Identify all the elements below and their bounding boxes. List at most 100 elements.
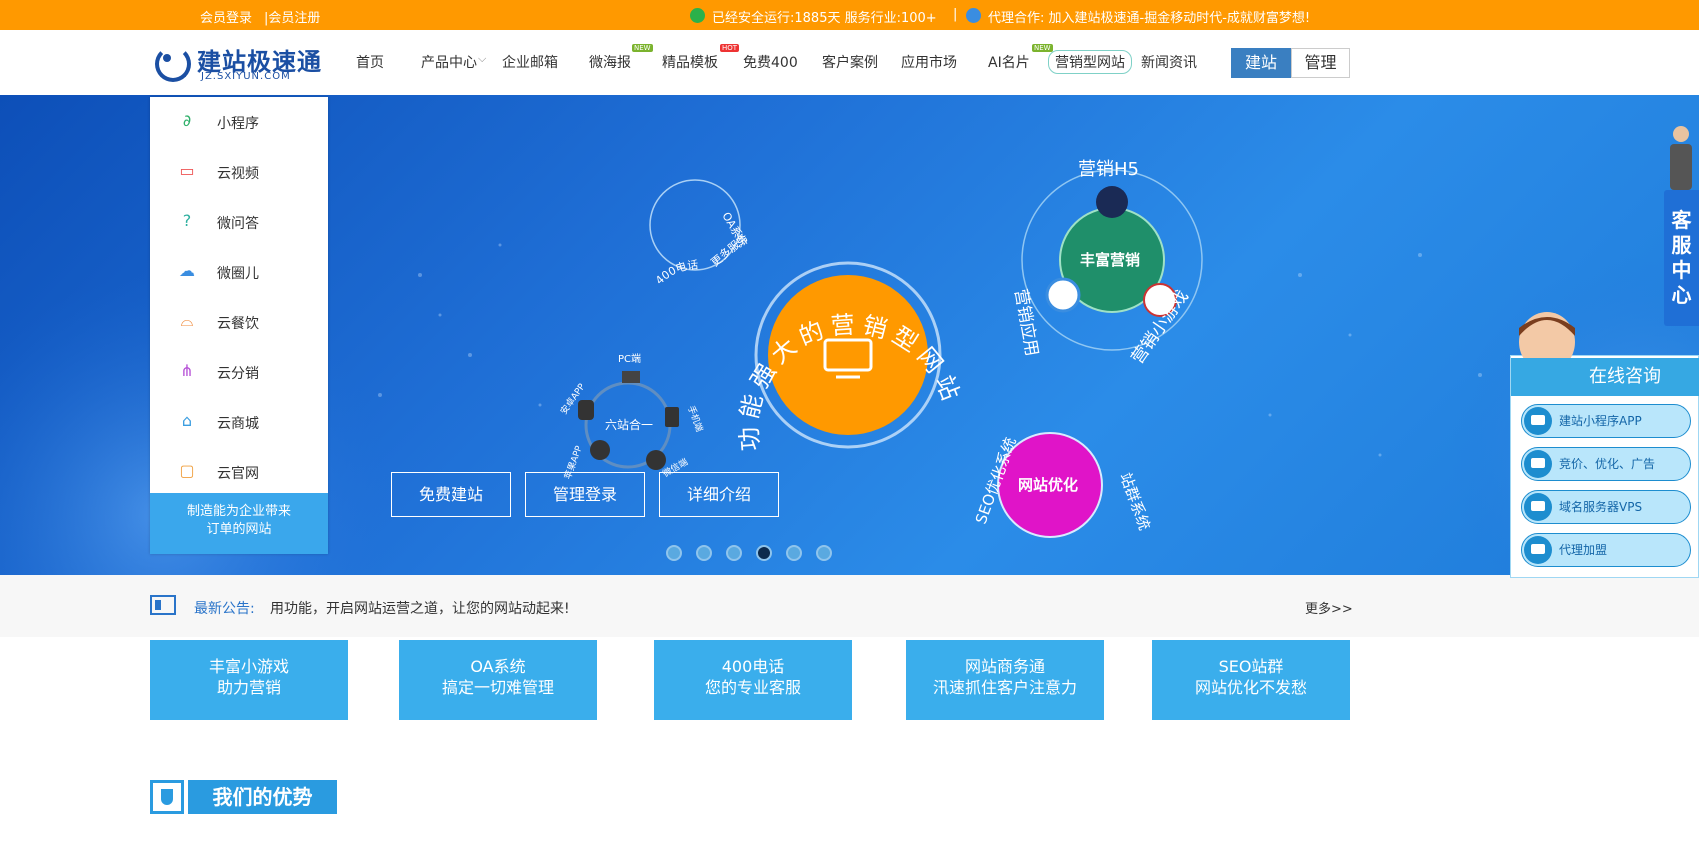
menu-item-mini-program[interactable]: ∂ 小程序 [150, 97, 328, 147]
network-nodes-icon: ⋔ [180, 361, 194, 380]
feature-card-games[interactable]: 丰富小游戏 助力营销 [150, 640, 348, 720]
announcement-text[interactable]: 用功能，开启网站运营之道，让您的网站动起来! [270, 598, 570, 618]
advantages-heading: 我们的优势 [150, 780, 337, 814]
menu-item-label: 云视频 [217, 166, 259, 182]
topbar-separator: | [953, 7, 958, 22]
feature-card-business[interactable]: 网站商务通 汛速抓住客户注意力 [906, 640, 1104, 720]
label-mobile: 手机端 [685, 404, 706, 433]
announcement-title: 最新公告: [194, 601, 255, 617]
monitor-icon: ▢ [179, 461, 195, 480]
nav-email[interactable]: 企业邮箱 [502, 52, 558, 72]
slide-dot-3[interactable] [726, 545, 742, 561]
online-consult-panel: 在线咨询 建站小程序APP 竞价、优化、广告 域名服务器VPS 代理加盟 [1510, 312, 1699, 578]
menu-footer-text: 制造能为企业带来 订单的网站 [186, 504, 291, 537]
admin-login-button[interactable]: 管理登录 [525, 472, 645, 517]
nav-ai-card[interactable]: AI名片 [988, 52, 1030, 72]
site-group-label: 站群系统 [1116, 470, 1153, 533]
member-login-link[interactable]: 会员登录 [200, 7, 252, 26]
consult-item-agent[interactable]: 代理加盟 [1521, 533, 1691, 567]
header: 建站极速通 JZ.SXIYUN.COM 首页 产品中心 ⌵ 企业邮箱 微海报 N… [0, 30, 1699, 94]
card-line-1: 网站商务通 [964, 657, 1045, 676]
consult-item-label: 代理加盟 [1559, 543, 1608, 557]
card-line-2: 您的专业客服 [704, 678, 801, 697]
marketing-app-label: 营销应用 [1010, 287, 1042, 357]
pc-icon [622, 371, 640, 383]
h5-icon [1096, 186, 1128, 218]
nav-news[interactable]: 新闻资讯 [1141, 52, 1197, 72]
chat-icon [1524, 450, 1552, 478]
logo-mark-icon [155, 46, 191, 82]
consult-item-label: 建站小程序APP [1559, 414, 1642, 428]
card-line-2: 搞定一切难管理 [441, 678, 554, 697]
consult-item-label: 竞价、优化、广告 [1559, 457, 1656, 471]
manage-button[interactable]: 管理 [1291, 48, 1350, 78]
slide-dot-6[interactable] [816, 545, 832, 561]
logo-domain: JZ.SXIYUN.COM [201, 71, 291, 82]
chat-icon [1524, 407, 1552, 435]
consult-item-miniapp[interactable]: 建站小程序APP [1521, 404, 1691, 438]
new-badge: NEW [1032, 44, 1053, 52]
question-bubble-icon: ? [182, 211, 192, 230]
nav-home[interactable]: 首页 [356, 52, 384, 72]
agent-icon [966, 8, 981, 23]
shield-icon [690, 8, 705, 23]
site-optimize-label: 网站优化 [1018, 476, 1078, 494]
food-cover-icon: ⌓ [180, 311, 194, 330]
menu-item-label: 微圈儿 [217, 266, 259, 282]
feature-card-400[interactable]: 400电话 您的专业客服 [654, 640, 852, 720]
menu-item-catering[interactable]: ⌓ 云餐饮 [150, 297, 328, 347]
menu-item-label: 云分销 [217, 366, 259, 382]
nav-market[interactable]: 应用市场 [901, 52, 957, 72]
menu-item-mall[interactable]: ⌂ 云商城 [150, 397, 328, 447]
consult-item-label: 域名服务器VPS [1559, 500, 1643, 514]
menu-item-official-site[interactable]: ▢ 云官网 [150, 447, 328, 497]
label-pc: PC端 [618, 352, 641, 365]
slide-dot-1[interactable] [666, 545, 682, 561]
nav-cases[interactable]: 客户案例 [822, 52, 878, 72]
nav-weihaibao[interactable]: 微海报 [589, 52, 631, 72]
android-icon [578, 400, 594, 420]
member-register-link[interactable]: |会员注册 [264, 7, 320, 26]
nav-free400[interactable]: 免费400 [743, 52, 798, 72]
site-logo[interactable]: 建站极速通 JZ.SXIYUN.COM [155, 44, 325, 84]
advantages-title: 我们的优势 [188, 780, 337, 814]
free-build-button[interactable]: 免费建站 [391, 472, 511, 517]
hot-badge: HOT [720, 44, 740, 52]
nav-templates[interactable]: 精品模板 [662, 52, 718, 72]
menu-item-circle[interactable]: ☁ 微圈儿 [150, 247, 328, 297]
video-camera-icon: ▭ [179, 161, 195, 180]
menu-footer[interactable]: 制造能为企业带来 订单的网站 [150, 493, 328, 554]
nav-marketing-site[interactable]: 营销型网站 [1048, 50, 1132, 74]
build-site-button[interactable]: 建站 [1231, 48, 1291, 78]
consult-item-ads[interactable]: 竞价、优化、广告 [1521, 447, 1691, 481]
slide-dot-5[interactable] [786, 545, 802, 561]
customer-service-tab[interactable]: 客服中心 [1664, 190, 1699, 326]
feature-card-seo[interactable]: SEO站群 网站优化不发愁 [1152, 640, 1350, 720]
mini-program-icon: ∂ [182, 111, 192, 130]
more-link[interactable]: 更多>> [1305, 598, 1353, 617]
feature-card-oa[interactable]: OA系统 搞定一切难管理 [399, 640, 597, 720]
menu-item-distribution[interactable]: ⋔ 云分销 [150, 347, 328, 397]
agent-link[interactable]: 代理合作: 加入建站极速通-掘金移动时代-成就财富梦想! [988, 7, 1310, 26]
newspaper-icon [150, 595, 176, 615]
service-person-icon [1670, 126, 1692, 190]
menu-item-qa[interactable]: ? 微问答 [150, 197, 328, 247]
menu-item-label: 云餐饮 [217, 316, 259, 332]
six-in-one-label: 六站合一 [605, 417, 653, 432]
chat-bubbles-icon: ☁ [179, 261, 195, 280]
wechat-icon [646, 450, 666, 470]
details-button[interactable]: 详细介绍 [659, 472, 779, 517]
h5-label: 营销H5 [1078, 159, 1139, 180]
slide-dot-2[interactable] [696, 545, 712, 561]
chat-icon [1524, 493, 1552, 521]
consult-item-domain[interactable]: 域名服务器VPS [1521, 490, 1691, 524]
nav-products[interactable]: 产品中心 [421, 52, 477, 72]
product-menu: ∂ 小程序 ▭ 云视频 ? 微问答 ☁ 微圈儿 ⌓ 云餐饮 ⋔ 云分销 ⌂ 云商… [150, 97, 328, 554]
menu-item-label: 云商城 [217, 416, 259, 432]
slide-dot-4[interactable] [756, 545, 772, 561]
phone-icon [665, 407, 679, 427]
card-line-2: 助力营销 [216, 678, 281, 697]
menu-item-cloud-video[interactable]: ▭ 云视频 [150, 147, 328, 197]
app-store-icon [1045, 277, 1081, 313]
chevron-down-icon: ⌵ [478, 52, 487, 65]
